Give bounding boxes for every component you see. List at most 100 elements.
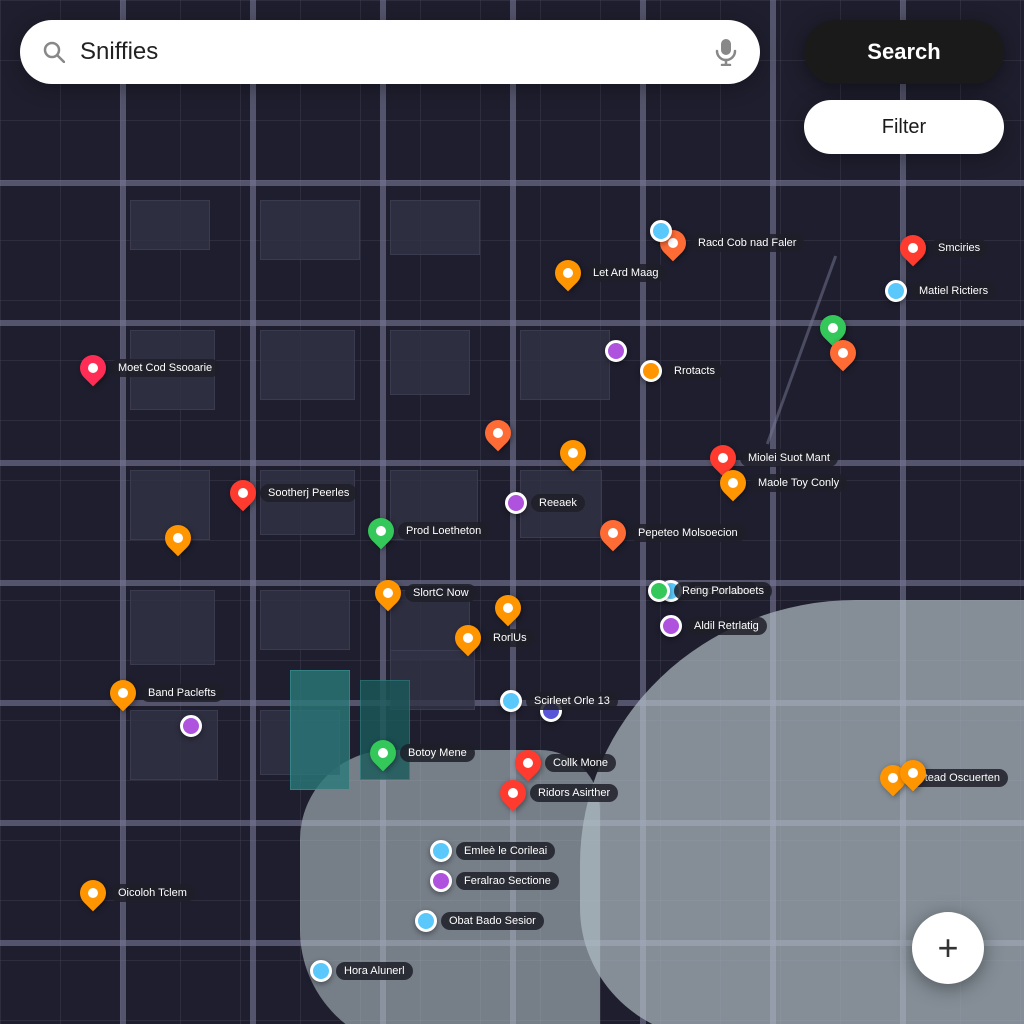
map-pin[interactable]: Reeaek bbox=[505, 492, 585, 514]
building bbox=[260, 590, 350, 650]
pin-label: Ridors Asirther bbox=[530, 784, 618, 802]
map-pin[interactable]: Emleè le Corileai bbox=[430, 840, 555, 862]
pin-marker bbox=[650, 220, 672, 242]
map-pin[interactable]: Botoy Mene bbox=[370, 740, 475, 766]
pin-label: Matiel Rictiers bbox=[911, 282, 996, 300]
map-pin[interactable] bbox=[495, 595, 521, 621]
building bbox=[390, 330, 470, 395]
pin-marker bbox=[895, 230, 932, 267]
map-pin[interactable] bbox=[820, 315, 846, 341]
pin-marker bbox=[225, 475, 262, 512]
map-pin[interactable]: Let Ard Maag bbox=[555, 260, 666, 286]
pin-label: Smciries bbox=[930, 239, 988, 257]
building bbox=[520, 330, 610, 400]
search-bar[interactable] bbox=[20, 20, 760, 84]
pin-marker bbox=[430, 870, 452, 892]
filter-button[interactable]: Filter bbox=[804, 100, 1004, 154]
pin-label: Let Ard Maag bbox=[585, 264, 666, 282]
pin-label: Obat Bado Sesior bbox=[441, 912, 544, 930]
pin-label: Pepeteo Molsoecion bbox=[630, 524, 746, 542]
pin-marker bbox=[640, 360, 662, 382]
pin-marker bbox=[310, 960, 332, 982]
pin-label: Collk Mone bbox=[545, 754, 616, 772]
pin-marker bbox=[180, 715, 202, 737]
pin-marker bbox=[365, 735, 402, 772]
pin-marker bbox=[648, 580, 670, 602]
microphone-icon[interactable] bbox=[712, 38, 740, 66]
pin-marker bbox=[510, 745, 547, 782]
map-pin[interactable]: Scirleet Orle 13 bbox=[500, 690, 618, 712]
building bbox=[260, 330, 355, 400]
map-pin[interactable]: Obat Bado Sesior bbox=[415, 910, 544, 932]
pin-label: Reeaek bbox=[531, 494, 585, 512]
map-pin[interactable] bbox=[165, 525, 191, 551]
map-pin[interactable]: SlortC Now bbox=[375, 580, 477, 606]
map-pin[interactable]: Prod Loetheton bbox=[368, 518, 489, 544]
map-pin[interactable] bbox=[605, 340, 627, 362]
map-pin[interactable]: Smciries bbox=[900, 235, 988, 261]
map-pin[interactable]: Collk Mone bbox=[515, 750, 616, 776]
map-pin[interactable] bbox=[180, 715, 202, 737]
map-pin[interactable]: Oicoloh Tclem bbox=[80, 880, 195, 906]
pin-label: Prod Loetheton bbox=[398, 522, 489, 540]
pin-label: Oicoloh Tclem bbox=[110, 884, 195, 902]
search-button[interactable]: Search bbox=[804, 20, 1004, 84]
pin-marker bbox=[490, 590, 527, 627]
map-pin[interactable] bbox=[650, 220, 672, 242]
building bbox=[130, 590, 215, 665]
map-pin[interactable]: Pepeteo Molsoecion bbox=[600, 520, 746, 546]
pin-marker bbox=[75, 350, 112, 387]
pin-marker bbox=[500, 690, 522, 712]
pin-label: Miolei Suot Mant bbox=[740, 449, 838, 467]
search-icon bbox=[40, 38, 68, 66]
pin-label: Hora Alunerl bbox=[336, 962, 413, 980]
pin-marker bbox=[363, 513, 400, 550]
map-pin[interactable] bbox=[485, 420, 511, 446]
map-pin[interactable]: Moet Cod Ssooarie bbox=[80, 355, 220, 381]
pin-label: Moet Cod Ssooarie bbox=[110, 359, 220, 377]
road bbox=[120, 0, 126, 1024]
map-pin[interactable]: Reng Porlaboets bbox=[648, 580, 772, 602]
building bbox=[390, 200, 480, 255]
pin-label: Feralrao Sectione bbox=[456, 872, 559, 890]
pin-label: Emleè le Corileai bbox=[456, 842, 555, 860]
pin-label: Sootherj Peerles bbox=[260, 484, 357, 502]
map-pin[interactable]: Feralrao Sectione bbox=[430, 870, 559, 892]
pin-label: RorlUs bbox=[485, 629, 535, 647]
pin-label: Rrotacts bbox=[666, 362, 723, 380]
map-pin[interactable]: Miolei Suot Mant bbox=[710, 445, 838, 471]
map-pin[interactable]: Ridors Asirther bbox=[500, 780, 618, 806]
map-pin[interactable]: RorlUs bbox=[455, 625, 535, 651]
building bbox=[130, 200, 210, 250]
search-input[interactable] bbox=[80, 38, 712, 66]
pin-marker bbox=[715, 465, 752, 502]
building-teal bbox=[290, 670, 350, 790]
fab-button[interactable]: + bbox=[912, 912, 984, 984]
map-pin[interactable]: Matiel Rictiers bbox=[885, 280, 996, 302]
pin-marker bbox=[895, 755, 932, 792]
pin-label: Botoy Mene bbox=[400, 744, 475, 762]
map-pin[interactable] bbox=[560, 440, 586, 466]
pin-marker bbox=[825, 335, 862, 372]
map-pin[interactable] bbox=[830, 340, 856, 366]
pin-marker bbox=[605, 340, 627, 362]
map-pin[interactable]: Hora Alunerl bbox=[310, 960, 413, 982]
pin-label: Band Paclefts bbox=[140, 684, 224, 702]
map-pin[interactable]: Aldil Retrlatig bbox=[660, 615, 767, 637]
search-button-label: Search bbox=[867, 39, 940, 65]
pin-marker bbox=[160, 520, 197, 557]
map-pin[interactable]: Rrotacts bbox=[640, 360, 723, 382]
pin-label: Aldil Retrlatig bbox=[686, 617, 767, 635]
pin-marker bbox=[450, 620, 487, 657]
pin-marker bbox=[430, 840, 452, 862]
pin-marker bbox=[105, 675, 142, 712]
map-pin[interactable]: Sootherj Peerles bbox=[230, 480, 357, 506]
pin-marker bbox=[885, 280, 907, 302]
map-pin[interactable]: Racd Cob nad Faler bbox=[660, 230, 804, 256]
map-pin[interactable] bbox=[900, 760, 926, 786]
pin-marker bbox=[505, 492, 527, 514]
map-pin[interactable]: Maole Toy Conly bbox=[720, 470, 847, 496]
pin-marker bbox=[75, 875, 112, 912]
filter-button-label: Filter bbox=[882, 116, 926, 139]
map-pin[interactable]: Band Paclefts bbox=[110, 680, 224, 706]
